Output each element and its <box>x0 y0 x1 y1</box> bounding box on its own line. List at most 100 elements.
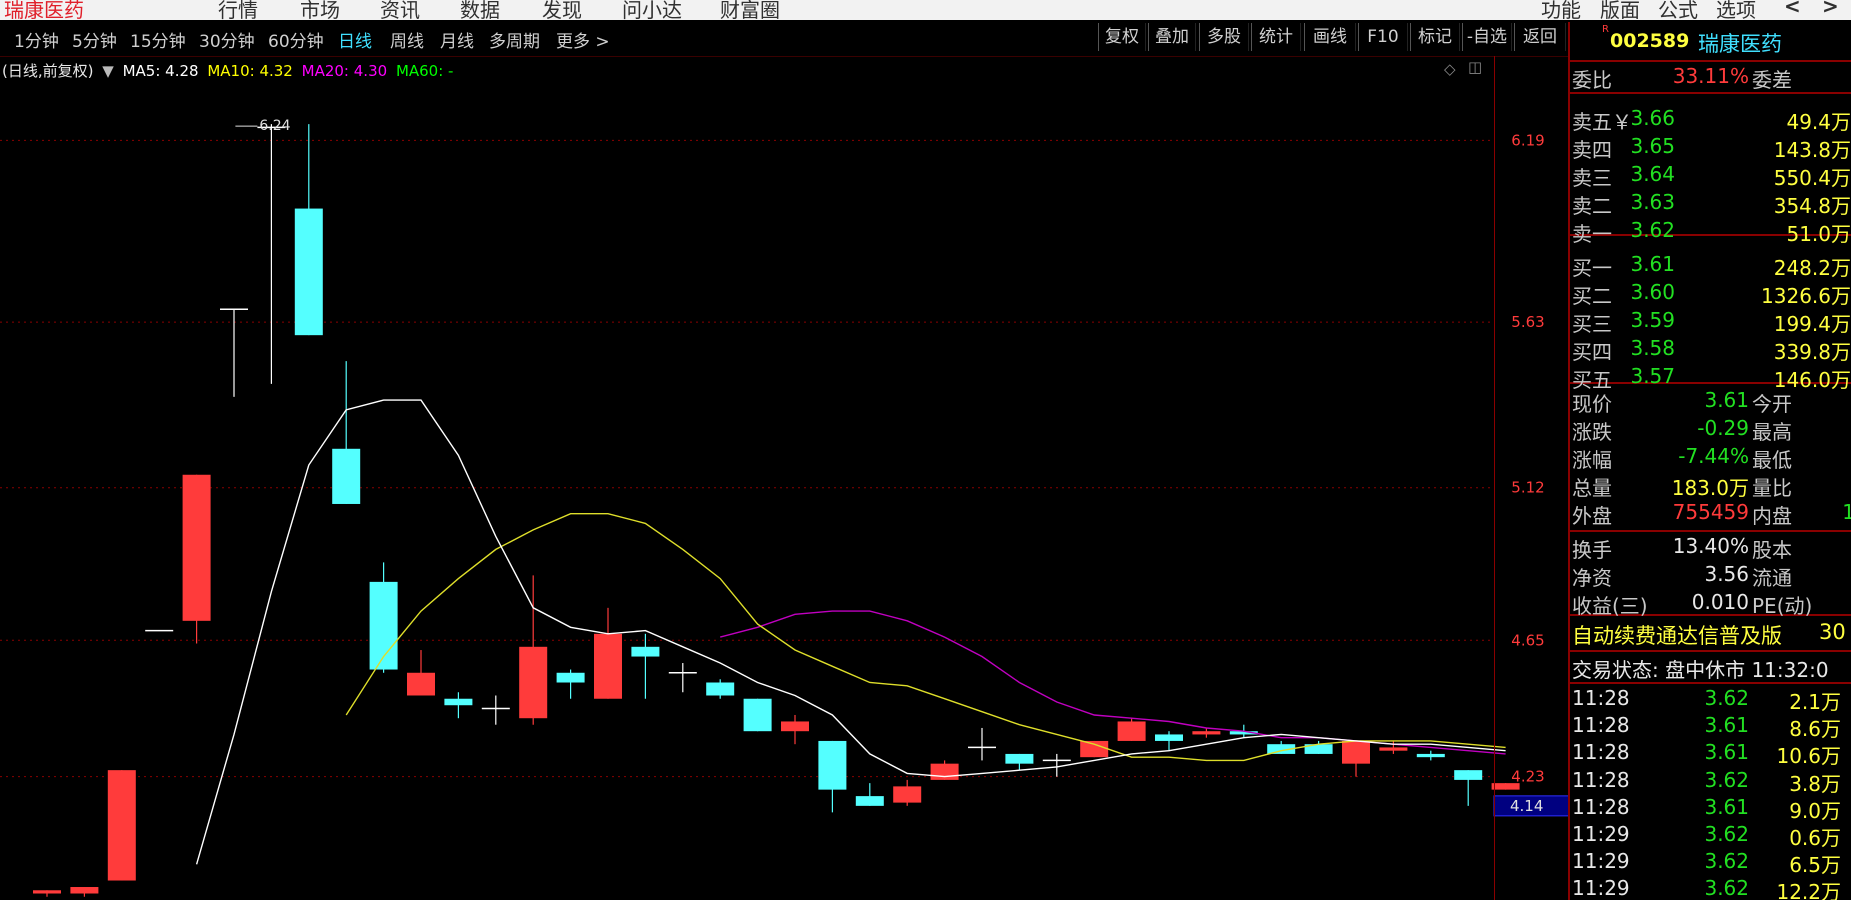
sell-label: 卖三 <box>1572 166 1612 190</box>
period-5min[interactable]: 5分钟 <box>72 27 117 52</box>
tool-f10-button[interactable]: F10 <box>1358 23 1408 51</box>
menu-item-wealth-circle[interactable]: 财富圈 <box>720 0 780 20</box>
period-multi[interactable]: 多周期 <box>489 27 540 52</box>
candle <box>781 714 809 745</box>
menu-item-quotes[interactable]: 行情 <box>218 0 258 20</box>
period-15min[interactable]: 15分钟 <box>130 27 186 52</box>
candle-body <box>1117 721 1146 741</box>
tick-volume: 6.5万 <box>1789 853 1841 878</box>
tick-row: 11:28 3.61 8.6万 <box>1572 713 1851 741</box>
tick-price: 3.62 <box>1704 876 1749 900</box>
kline-chart[interactable]: 6.19 5.63 5.12 4.65 4.23 6.24 4.14 <box>0 56 1569 900</box>
menu-item-layout[interactable]: 版面 <box>1600 0 1640 20</box>
period-more[interactable]: 更多 > <box>556 27 610 52</box>
candle-body <box>556 672 585 683</box>
period-daily[interactable]: 日线 <box>338 27 372 52</box>
tick-volume: 3.8万 <box>1789 771 1841 796</box>
stat-value: 183.0万 <box>1671 476 1749 500</box>
stat-label: 涨幅 <box>1572 448 1612 472</box>
candle-body <box>1080 740 1109 758</box>
y-tick-label: 4.23 <box>1511 768 1544 786</box>
nav-forward-icon[interactable]: > <box>1822 0 1839 18</box>
menu-item-market[interactable]: 市场 <box>300 0 340 20</box>
candle <box>1267 740 1296 754</box>
period-weekly[interactable]: 周线 <box>390 27 424 52</box>
tick-volume: 2.1万 <box>1789 690 1841 714</box>
candle <box>631 633 660 699</box>
stat-label: 现价 <box>1572 392 1612 416</box>
period-60min[interactable]: 60分钟 <box>268 27 324 52</box>
stat2-row: 收益(三) 0.010 PE(动) <box>1572 590 1851 618</box>
tick-volume: 10.6万 <box>1776 744 1841 769</box>
tool-mark-button[interactable]: 标记 <box>1410 23 1460 51</box>
tool-multi-stock-button[interactable]: 多股 <box>1199 23 1249 51</box>
menu-item-data[interactable]: 数据 <box>460 0 500 20</box>
sell-label: 卖四 <box>1572 138 1612 162</box>
tick-time: 11:28 <box>1572 767 1630 792</box>
stat2-row: 净资 3.56 流通 <box>1572 562 1851 590</box>
price-axis-divider <box>1494 56 1495 900</box>
stat-label-2: PE(动) <box>1752 594 1813 618</box>
stat2-row: 换手 13.40% 股本 <box>1572 534 1851 562</box>
candle <box>107 770 136 881</box>
buy-level-1: 买一 3.61 248.2万 <box>1572 252 1851 280</box>
buy-label: 买三 <box>1572 312 1612 336</box>
legend-period-label: (日线,前复权) <box>2 62 94 80</box>
menu-item-functions[interactable]: 功能 <box>1541 0 1581 20</box>
nav-back-icon[interactable]: < <box>1784 0 1801 18</box>
candle <box>1416 750 1445 761</box>
period-1min[interactable]: 1分钟 <box>14 27 59 52</box>
weibi-row: 委比 33.11% 委差 <box>1572 64 1851 92</box>
sell-price: 3.66 <box>1630 106 1675 130</box>
candle <box>1005 753 1034 771</box>
candle <box>818 740 847 813</box>
tick-time: 11:29 <box>1572 849 1630 874</box>
diamond-icon[interactable]: ◇ <box>1444 60 1456 78</box>
tool-stats-button[interactable]: 统计 <box>1251 23 1301 51</box>
tool-overlay-button[interactable]: 叠加 <box>1148 23 1196 51</box>
buy-level-4: 买四 3.58 339.8万 <box>1572 336 1851 364</box>
buy-level-5: 买五 3.57 146.0万 <box>1572 364 1851 392</box>
candle-body <box>594 633 622 699</box>
period-monthly[interactable]: 月线 <box>440 27 474 52</box>
tool-unwatch-button[interactable]: -自选 <box>1462 23 1512 51</box>
tick-price: 3.61 <box>1704 713 1749 738</box>
buy-price: 3.61 <box>1630 252 1675 276</box>
tick-price: 3.62 <box>1704 849 1749 874</box>
sell-volume: 49.4万 <box>1786 110 1851 134</box>
tool-return-button[interactable]: 返回 <box>1514 23 1566 51</box>
menu-item-assistant[interactable]: 问小达 <box>622 0 682 20</box>
promo-banner[interactable]: 自动续费通达信普及版 30 <box>1572 620 1846 648</box>
stat-value: 13.40% <box>1672 534 1749 558</box>
top-menu-bar: 瑞康医药 行情 市场 资讯 数据 发现 问小达 财富圈 功能 版面 公式 选项 … <box>0 0 1851 20</box>
menu-item-formula[interactable]: 公式 <box>1658 0 1698 20</box>
candle <box>182 474 211 644</box>
tool-adjust-button[interactable]: 复权 <box>1098 23 1146 51</box>
sell-label: 卖一 <box>1572 222 1612 246</box>
settings-dropdown-icon[interactable]: ▼ <box>102 62 114 80</box>
candle <box>294 124 323 336</box>
panel-toggle-icon[interactable]: ◫ <box>1468 58 1482 76</box>
kline-chart-canvas[interactable]: 6.19 5.63 5.12 4.65 4.23 6.24 4.14 <box>0 56 1569 900</box>
tool-draw-button[interactable]: 画线 <box>1304 23 1356 51</box>
candle <box>444 692 473 719</box>
period-30min[interactable]: 30分钟 <box>199 27 255 52</box>
buy-price: 3.58 <box>1630 336 1675 360</box>
stat-label-2: 最低 <box>1752 448 1792 472</box>
sell-volume: 550.4万 <box>1773 166 1851 190</box>
candle <box>556 669 585 699</box>
candle <box>594 607 622 699</box>
menu-item-news[interactable]: 资讯 <box>380 0 420 20</box>
y-tick-label: 6.19 <box>1511 131 1544 149</box>
stat-label: 外盘 <box>1572 504 1612 528</box>
y-tick-label: 4.65 <box>1511 631 1544 649</box>
candle <box>668 663 697 693</box>
stock-name: 瑞康医药 <box>1698 32 1782 56</box>
stat-label-2: 最高 <box>1752 420 1792 444</box>
buy-price: 3.57 <box>1630 364 1675 388</box>
menu-item-discover[interactable]: 发现 <box>542 0 582 20</box>
menu-item-options[interactable]: 选项 <box>1716 0 1756 20</box>
legend-ma10: MA10: 4.32 <box>207 62 293 80</box>
quote-panel: R 002589 瑞康医药 委比 33.11% 委差 自动续费通达信普及版 30… <box>1570 22 1851 900</box>
tick-time: 11:28 <box>1572 794 1630 819</box>
